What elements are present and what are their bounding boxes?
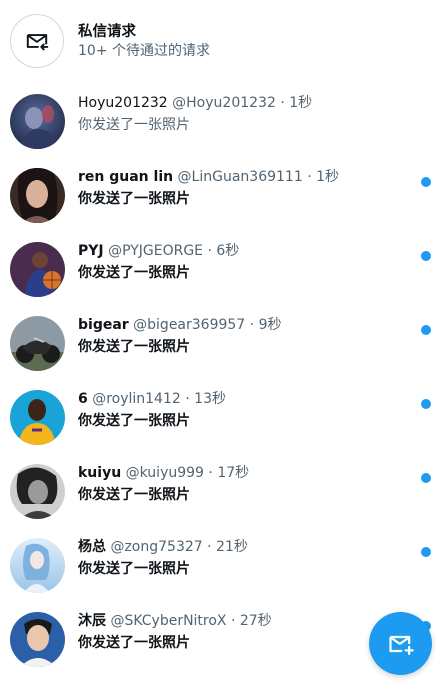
conversation-header: kuiyu @kuiyu999 · 17秒 [78,464,408,482]
new-message-icon [388,635,414,655]
conversation-text: PYJ @PYJGEORGE · 6秒 你发送了一张照片 [78,242,408,282]
separator-dot: · [207,243,212,259]
new-message-button[interactable] [369,612,432,675]
conversation-last-message: 你发送了一张照片 [78,487,190,503]
conversation-text: 杨总 @zong75327 · 21秒 你发送了一张照片 [78,538,408,578]
conversation-handle: @LinGuan369111 [177,169,303,185]
conversation-text: ren guan lin @LinGuan369111 · 1秒 你发送了一张照… [78,168,408,208]
conversation-text: bigear @bigear369957 · 9秒 你发送了一张照片 [78,316,408,356]
avatar[interactable] [10,94,65,149]
conversation-item[interactable]: PYJ @PYJGEORGE · 6秒 你发送了一张照片 [0,242,442,316]
message-requests-title: 私信请求 [78,24,136,40]
conversation-header: bigear @bigear369957 · 9秒 [78,316,408,334]
conversation-handle: @SKCyberNitroX [110,613,227,629]
conversation-header: ren guan lin @LinGuan369111 · 1秒 [78,168,408,186]
conversation-handle: @PYJGEORGE [108,243,204,259]
avatar[interactable] [10,464,65,519]
conversation-header: Hoyu201232 @Hoyu201232 · 1秒 [78,94,408,112]
unread-indicator [421,547,431,557]
separator-dot: · [185,391,190,407]
conversation-time: 1秒 [289,95,313,111]
conversation-header: 杨总 @zong75327 · 21秒 [78,538,408,556]
conversation-handle: @Hoyu201232 [172,95,276,111]
conversation-name: kuiyu [78,465,122,481]
conversation-item[interactable]: bigear @bigear369957 · 9秒 你发送了一张照片 [0,316,442,390]
separator-dot: · [307,169,312,185]
conversation-name: 沐辰 [78,613,106,629]
unread-indicator [421,399,431,409]
conversation-text: 6 @roylin1412 · 13秒 你发送了一张照片 [78,390,408,430]
avatar[interactable] [10,168,65,223]
conversation-time: 6秒 [216,243,240,259]
avatar[interactable] [10,612,65,667]
conversation-name: 杨总 [78,539,106,555]
message-requests-subtitle: 10+ 个待通过的请求 [78,43,210,59]
conversation-name: 6 [78,391,88,407]
conversation-handle: @kuiyu999 [125,465,204,481]
conversation-name: bigear [78,317,129,333]
conversation-text: Hoyu201232 @Hoyu201232 · 1秒 你发送了一张照片 [78,94,408,134]
conversation-time: 17秒 [217,465,250,481]
avatar[interactable] [10,390,65,445]
avatar[interactable] [10,242,65,297]
avatar[interactable] [10,538,65,593]
conversation-header: 6 @roylin1412 · 13秒 [78,390,408,408]
conversation-name: Hoyu201232 [78,95,168,111]
conversation-time: 27秒 [239,613,272,629]
conversation-header: 沐辰 @SKCyberNitroX · 27秒 [78,612,408,630]
conversation-item[interactable]: 杨总 @zong75327 · 21秒 你发送了一张照片 [0,538,442,612]
conversation-item[interactable]: kuiyu @kuiyu999 · 17秒 你发送了一张照片 [0,464,442,538]
conversation-last-message: 你发送了一张照片 [78,561,190,577]
conversation-last-message: 你发送了一张照片 [78,117,190,133]
conversation-item[interactable]: ren guan lin @LinGuan369111 · 1秒 你发送了一张照… [0,168,442,242]
conversation-time: 13秒 [194,391,226,407]
unread-indicator [421,473,431,483]
conversation-name: ren guan lin [78,169,174,185]
unread-indicator [421,251,431,261]
conversation-last-message: 你发送了一张照片 [78,339,190,355]
message-requests-text: 私信请求 10+ 个待通过的请求 [78,23,210,61]
conversation-name: PYJ [78,243,104,259]
conversation-time: 1秒 [316,169,340,185]
conversation-time: 9秒 [258,317,282,333]
conversation-text: 沐辰 @SKCyberNitroX · 27秒 你发送了一张照片 [78,612,408,652]
conversation-last-message: 你发送了一张照片 [78,191,190,207]
separator-dot: · [230,613,236,629]
message-requests-row[interactable]: 私信请求 10+ 个待通过的请求 [0,0,442,82]
mail-request-icon [26,34,49,51]
conversation-item[interactable]: Hoyu201232 @Hoyu201232 · 1秒 你发送了一张照片 [0,94,442,168]
avatar[interactable] [10,316,65,371]
separator-dot: · [280,95,285,111]
separator-dot: · [249,317,255,333]
separator-dot: · [208,465,213,481]
unread-indicator [421,177,431,187]
conversation-text: kuiyu @kuiyu999 · 17秒 你发送了一张照片 [78,464,408,504]
conversation-handle: @roylin1412 [92,391,181,407]
separator-dot: · [207,539,212,555]
message-requests-icon-button [10,14,64,68]
unread-indicator [421,325,431,335]
conversation-last-message: 你发送了一张照片 [78,413,190,429]
conversation-handle: @zong75327 [110,539,203,555]
conversation-time: 21秒 [216,539,248,555]
conversation-last-message: 你发送了一张照片 [78,635,190,651]
conversation-header: PYJ @PYJGEORGE · 6秒 [78,242,408,260]
conversation-handle: @bigear369957 [133,317,246,333]
messages-screen: 私信请求 10+ 个待通过的请求 Hoyu201232 @Hoyu201232 … [0,0,442,684]
conversation-item[interactable]: 6 @roylin1412 · 13秒 你发送了一张照片 [0,390,442,464]
conversation-last-message: 你发送了一张照片 [78,265,190,281]
